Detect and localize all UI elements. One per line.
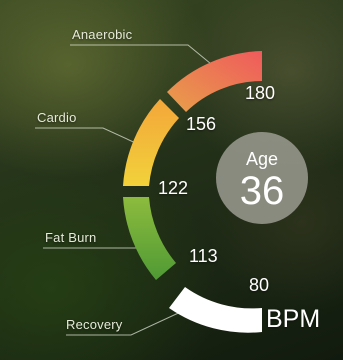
- bpm-unit-label: BPM: [266, 305, 321, 333]
- bpm-threshold-122: 122: [158, 178, 189, 198]
- cardio-zone-segment: [123, 99, 179, 186]
- bpm-threshold-80: 80: [249, 275, 270, 295]
- bpm-threshold-156: 156: [186, 114, 217, 134]
- age-value: 36: [239, 169, 285, 213]
- heart-rate-zones-widget: Anaerobic Cardio Fat Burn Recovery 180 1…: [0, 0, 343, 360]
- zone-label-cardio: Cardio: [37, 110, 77, 125]
- bpm-threshold-180: 180: [245, 83, 276, 103]
- zone-label-fat-burn: Fat Burn: [45, 230, 97, 245]
- age-badge: Age 36: [216, 132, 308, 224]
- bpm-threshold-113: 113: [189, 246, 218, 266]
- cardio-leader-line: [35, 127, 141, 146]
- age-label: Age: [245, 149, 279, 169]
- zone-label-recovery: Recovery: [66, 317, 123, 332]
- zone-label-anaerobic: Anaerobic: [72, 27, 133, 42]
- fat-burn-zone-segment: [123, 197, 176, 280]
